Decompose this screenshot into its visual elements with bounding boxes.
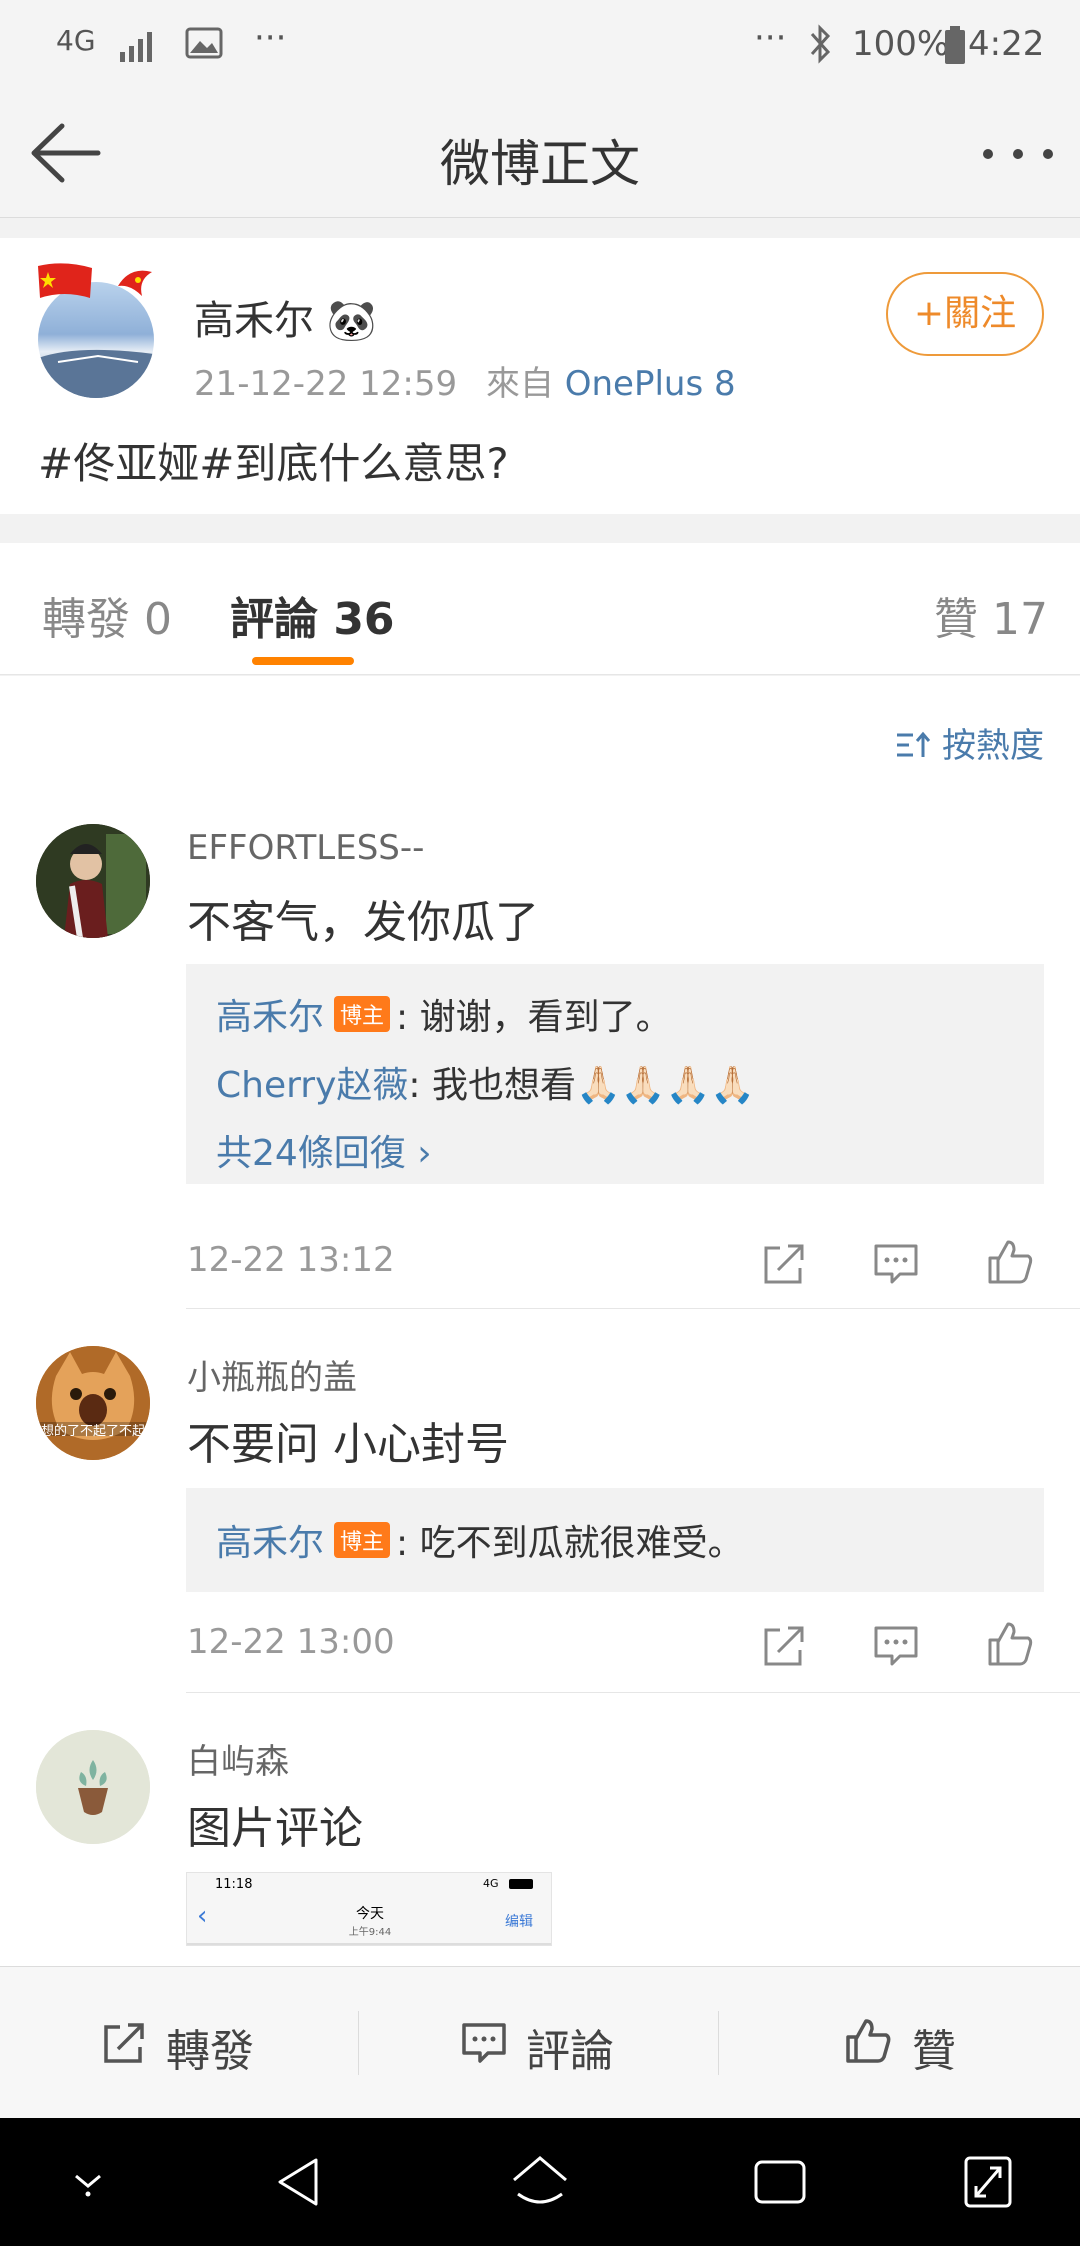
commenter-avatar[interactable]: 想的了不起了不起 (36, 1346, 150, 1460)
commenter-name[interactable]: 白屿森 (187, 1734, 289, 1783)
panda-emoji: 🐼 (326, 298, 377, 344)
toolbar-separator (358, 2011, 359, 2075)
status-bar: 4G ··· ··· 100% 4:22 (0, 0, 1080, 90)
repost-icon[interactable] (760, 1622, 808, 1670)
comment-divider (186, 1692, 1080, 1693)
preview-subtitle: 上午9:44 (348, 1927, 392, 1938)
commenter-avatar-art (36, 1346, 150, 1460)
post-source-prefix: 來自 (485, 364, 554, 404)
tab-comments[interactable]: 評論 36 (230, 583, 395, 647)
battery-percent: 100% (852, 24, 950, 64)
network-type: 4G (56, 24, 96, 57)
tab-repost[interactable]: 轉發 0 (42, 583, 172, 647)
like-icon[interactable] (986, 1620, 1034, 1668)
expand-screen-icon[interactable] (962, 2150, 1014, 2214)
more-options-icon[interactable] (978, 134, 1058, 174)
more-notifications: ··· (254, 18, 287, 58)
post-device-link[interactable]: OnePlus 8 (565, 364, 736, 404)
clock: 4:22 (968, 24, 1045, 64)
sort-button[interactable]: 按熱度 (895, 718, 1044, 767)
bluetooth-icon (810, 24, 831, 64)
system-nav-bar (0, 2118, 1080, 2246)
reply-text: : 吃不到瓜就很难受。 (396, 1523, 744, 1564)
post-timestamp: 21-12-22 12:59 (194, 364, 458, 404)
reply-box[interactable]: 高禾尔 博主: 谢谢，看到了。 Cherry赵薇: 我也想看🙏🏻🙏🏻🙏🏻🙏🏻 共2… (186, 964, 1044, 1184)
commenter-avatar-art (36, 824, 150, 938)
recent-apps-icon[interactable] (752, 2150, 808, 2214)
page-title: 微博正文 (440, 135, 640, 193)
comment-divider (186, 1308, 1080, 1309)
post-text: #佟亚娅#到底什么意思? (38, 439, 509, 488)
toolbar-comment-button[interactable]: 評論 (360, 1967, 720, 2119)
comment-text: 不要问 小心封号 (187, 1419, 509, 1470)
toolbar-like-button[interactable]: 贊 (720, 1967, 1080, 2119)
preview-title: 今天 (356, 1906, 384, 1922)
signal-icon (120, 32, 152, 62)
bottom-toolbar: 轉發 評論 贊 (0, 1966, 1080, 2118)
tab-likes[interactable]: 贊 17 (934, 583, 1048, 647)
active-tab-indicator (252, 657, 354, 665)
preview-edit: 编辑 (505, 1914, 533, 1930)
nav-bar: 微博正文 (0, 90, 1080, 218)
china-flag-icon (38, 263, 92, 298)
toolbar-separator (718, 2011, 719, 2075)
preview-separator (187, 1943, 551, 1945)
commenter-name[interactable]: EFFORTLESS-- (187, 828, 424, 868)
preview-battery-icon (509, 1879, 533, 1889)
like-icon (846, 2019, 891, 2063)
like-icon[interactable] (986, 1238, 1034, 1286)
flag-ribbon-icon (118, 270, 152, 296)
author-badge: 博主 (334, 1522, 391, 1558)
reply-user[interactable]: 高禾尔 (216, 997, 324, 1038)
image-notification-icon (185, 27, 223, 59)
comment-time: 12-22 13:00 (187, 1622, 395, 1662)
preview-time: 11:18 (215, 1877, 253, 1892)
commenter-avatar-caption: 想的了不起了不起 (40, 1424, 145, 1439)
repost-icon[interactable] (760, 1240, 808, 1288)
author-badge: 博主 (334, 996, 391, 1032)
back-nav-icon[interactable] (272, 2150, 328, 2214)
post-author-label: 高禾尔 (194, 298, 314, 344)
post-meta: 21-12-22 12:59 來自 OnePlus 8 (194, 356, 736, 405)
battery-icon (945, 26, 965, 64)
comment-time: 12-22 13:12 (187, 1240, 395, 1280)
reply-text: : 我也想看🙏🏻🙏🏻🙏🏻🙏🏻 (408, 1065, 756, 1106)
reply-text: : 谢谢，看到了。 (396, 997, 672, 1038)
commenter-avatar[interactable] (36, 824, 150, 938)
reply-line: 高禾尔 博主: 谢谢，看到了。 (216, 988, 672, 1040)
post-card: 高禾尔 🐼 21-12-22 12:59 來自 OnePlus 8 +關注 #佟… (0, 238, 1080, 514)
toolbar-comment-label: 評論 (526, 2026, 614, 2077)
sort-icon (897, 731, 931, 757)
commenter-name[interactable]: 小瓶瓶的盖 (187, 1350, 357, 1399)
commenter-avatar-art (36, 1730, 150, 1844)
reply-user[interactable]: Cherry赵薇 (216, 1065, 408, 1106)
reply-user[interactable]: 高禾尔 (216, 1523, 324, 1564)
toolbar-like-label: 贊 (912, 2026, 956, 2077)
commenter-avatar[interactable] (36, 1730, 150, 1844)
comment-text: 图片评论 (187, 1803, 363, 1854)
more-replies-link[interactable]: 共24條回復 › (216, 1124, 432, 1176)
post-author-name[interactable]: 高禾尔 🐼 (194, 288, 377, 346)
toolbar-repost-label: 轉發 (166, 2026, 254, 2077)
comments-list: 按熱度 EFFORTLESS-- 不客气，发你瓜了 高禾尔 博主: 谢谢，看到了。… (0, 676, 1080, 1966)
comment-icon[interactable] (872, 1240, 920, 1288)
home-nav-icon[interactable] (508, 2150, 572, 2214)
toolbar-repost-button[interactable]: 轉發 (0, 1967, 360, 2119)
reply-line: Cherry赵薇: 我也想看🙏🏻🙏🏻🙏🏻🙏🏻 (216, 1056, 755, 1108)
repost-icon (104, 2023, 144, 2063)
follow-button[interactable]: +關注 (886, 272, 1044, 356)
preview-signal: 4G (483, 1877, 499, 1890)
post-tabs: 轉發 0 評論 36 贊 17 (0, 543, 1080, 675)
reply-line: 高禾尔 博主: 吃不到瓜就很难受。 (216, 1514, 744, 1566)
hide-keyboard-icon[interactable] (66, 2150, 110, 2214)
comment-icon (462, 2023, 506, 2063)
sort-label: 按熱度 (942, 726, 1044, 766)
comment-image-preview[interactable]: 11:18 4G ‹ 今天 上午9:44 编辑 (186, 1872, 552, 1946)
comment-text: 不客气，发你瓜了 (187, 897, 539, 948)
comment-icon[interactable] (872, 1622, 920, 1670)
more-status: ··· (754, 18, 787, 58)
reply-box[interactable]: 高禾尔 博主: 吃不到瓜就很难受。 (186, 1488, 1044, 1592)
